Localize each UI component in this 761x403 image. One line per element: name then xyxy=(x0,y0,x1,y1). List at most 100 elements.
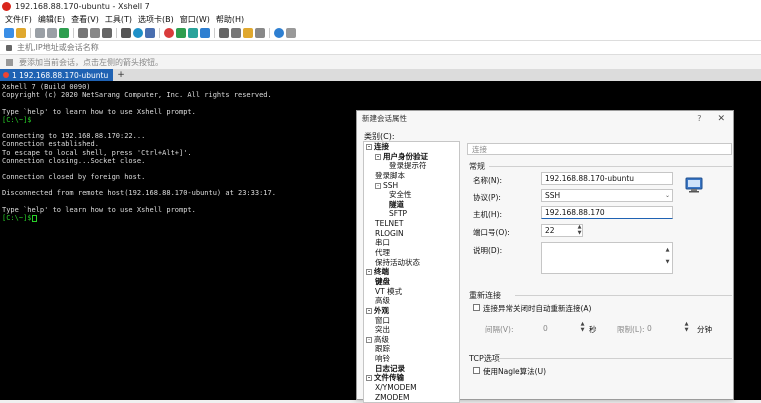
terminal-line: Copyright (c) 2020 NetSarang Computer, I… xyxy=(2,91,272,100)
dialog-help-button[interactable]: ? xyxy=(697,114,701,123)
dialog-close-button[interactable]: ✕ xyxy=(717,114,725,124)
fullscreen-icon[interactable] xyxy=(188,28,198,38)
menu-window[interactable]: 窗口(W) xyxy=(180,14,210,25)
reconnect-icon[interactable] xyxy=(59,28,69,38)
name-field[interactable]: 192.168.88.170-ubuntu xyxy=(541,172,673,185)
tree-item-label: 连接 xyxy=(374,142,389,151)
find-icon[interactable] xyxy=(102,28,112,38)
auto-reconnect-checkbox[interactable] xyxy=(473,304,480,311)
tree-item[interactable]: 串口 xyxy=(364,238,459,248)
menu-tools[interactable]: 工具(T) xyxy=(105,14,132,25)
session-tab-label: 1 192.168.88.170-ubuntu xyxy=(12,70,109,80)
record-icon[interactable] xyxy=(164,28,174,38)
nagle-label: 使用Nagle算法(U) xyxy=(483,367,547,376)
layout-icon[interactable] xyxy=(243,28,253,38)
tree-toggle-icon[interactable]: - xyxy=(375,182,381,189)
hint-bar: 要添加当前会话，点击左侧的箭头按钮。 xyxy=(0,55,761,69)
tree-item[interactable]: 突出 xyxy=(364,325,459,335)
nagle-checkbox[interactable] xyxy=(473,367,480,374)
tree-item[interactable]: 响铃 xyxy=(364,354,459,364)
globe-icon[interactable] xyxy=(133,28,143,38)
protocol-select[interactable]: SSH xyxy=(541,189,673,202)
tree-item-label: VT 模式 xyxy=(375,286,403,296)
tree-item[interactable]: 高级 xyxy=(364,296,459,306)
tree-item[interactable]: X/YMODEM xyxy=(364,383,459,393)
address-bar[interactable]: 主机,IP地址或会话名称 xyxy=(0,40,761,55)
toolbar-divider xyxy=(73,28,74,38)
tree-toggle-icon[interactable]: - xyxy=(366,269,372,276)
tree-item[interactable]: - 连接 xyxy=(364,142,459,152)
tree-item-label: 安全性 xyxy=(389,190,412,200)
add-tab-button[interactable]: + xyxy=(117,69,125,81)
menu-help[interactable]: 帮助(H) xyxy=(216,14,244,25)
copy-icon[interactable] xyxy=(78,28,88,38)
open-folder-icon[interactable] xyxy=(16,28,26,38)
tree-item[interactable]: - 用户身份验证 xyxy=(364,152,459,162)
port-label: 端口号(O): xyxy=(473,228,510,237)
lock-icon[interactable] xyxy=(219,28,229,38)
help-icon[interactable] xyxy=(274,28,284,38)
options-icon[interactable] xyxy=(255,28,265,38)
session-tab[interactable]: 1 192.168.88.170-ubuntu xyxy=(0,69,114,81)
tree-item[interactable]: 跟踪 xyxy=(364,344,459,354)
tree-item[interactable]: - SSH xyxy=(364,181,459,191)
tree-item[interactable]: 登录脚本 xyxy=(364,171,459,181)
auto-reconnect-label: 连接异常关闭时自动重新连接(A) xyxy=(483,304,592,313)
bookmark-icon[interactable] xyxy=(6,58,13,66)
tree-toggle-icon[interactable]: - xyxy=(366,144,372,150)
print-icon[interactable] xyxy=(121,28,131,38)
tree-item-label: ZMODEM xyxy=(375,392,410,402)
address-input[interactable]: 主机,IP地址或会话名称 xyxy=(17,42,99,53)
tree-item[interactable]: 保持活动状态 xyxy=(364,258,459,268)
tree-item[interactable]: - 高级 xyxy=(364,335,459,345)
new-session-icon[interactable] xyxy=(4,28,14,38)
tree-item[interactable]: - 外观 xyxy=(364,306,459,316)
tree-item[interactable]: TELNET xyxy=(364,219,459,229)
menu-file[interactable]: 文件(F) xyxy=(5,14,32,25)
xftp-icon[interactable] xyxy=(176,28,186,38)
tree-item[interactable]: - 文件传输 xyxy=(364,373,459,383)
description-scrollbar[interactable]: ▲ ▼ xyxy=(664,244,671,272)
tree-toggle-icon[interactable]: - xyxy=(375,153,381,160)
tree-toggle-icon[interactable]: - xyxy=(366,307,372,314)
description-field[interactable] xyxy=(541,242,673,274)
font-icon[interactable] xyxy=(145,28,155,38)
tree-toggle-icon[interactable]: - xyxy=(366,336,372,343)
limit-stepper[interactable]: ▲ ▼ xyxy=(683,321,690,334)
tree-item[interactable]: 隧道 xyxy=(364,200,459,210)
tree-item[interactable]: SFTP xyxy=(364,209,459,219)
interval-field[interactable]: 0 xyxy=(543,324,548,333)
port-stepper[interactable]: ▲ ▼ xyxy=(576,224,583,237)
tree-item[interactable]: ZMODEM xyxy=(364,392,459,402)
tree-toggle-icon[interactable]: - xyxy=(366,375,372,382)
tree-item[interactable]: 日志记录 xyxy=(364,364,459,374)
terminal-cursor xyxy=(31,214,37,222)
host-field[interactable]: 192.168.88.170 xyxy=(541,206,673,219)
limit-field[interactable]: 0 xyxy=(647,324,652,333)
tree-item-label: 日志记录 xyxy=(375,363,405,373)
tab-bar: 1 192.168.88.170-ubuntu + xyxy=(0,69,761,81)
tree-item[interactable]: 代理 xyxy=(364,248,459,258)
menu-tabs[interactable]: 选项卡(B) xyxy=(138,14,174,25)
section-divider xyxy=(497,358,732,359)
tree-item[interactable]: RLOGIN xyxy=(364,229,459,239)
tree-item[interactable]: 安全性 xyxy=(364,190,459,200)
tree-item[interactable]: 键盘 xyxy=(364,277,459,287)
chevron-down-icon[interactable]: ⌄ xyxy=(665,192,670,199)
keyboard-icon[interactable] xyxy=(231,28,241,38)
tree-item[interactable]: - 终端 xyxy=(364,267,459,277)
tree-item[interactable]: 登录提示符 xyxy=(364,161,459,171)
more-icon[interactable] xyxy=(286,28,296,38)
limit-label: 限制(L): xyxy=(617,325,645,334)
menu-view[interactable]: 查看(V) xyxy=(71,14,99,25)
connect-icon[interactable] xyxy=(35,28,45,38)
compose-icon[interactable] xyxy=(200,28,210,38)
tree-item[interactable]: 窗口 xyxy=(364,316,459,326)
session-properties-dialog: 新建会话属性 ? ✕ 类别(C): - 连接 - 用户身份验证 登录提示符 登录脚本 - SS… xyxy=(356,110,734,403)
disconnect-icon[interactable] xyxy=(47,28,57,38)
interval-stepper[interactable]: ▲ ▼ xyxy=(579,321,586,334)
menu-edit[interactable]: 编辑(E) xyxy=(38,14,65,25)
protocol-label: 协议(P): xyxy=(473,193,501,202)
tree-item[interactable]: VT 模式 xyxy=(364,287,459,297)
paste-icon[interactable] xyxy=(90,28,100,38)
